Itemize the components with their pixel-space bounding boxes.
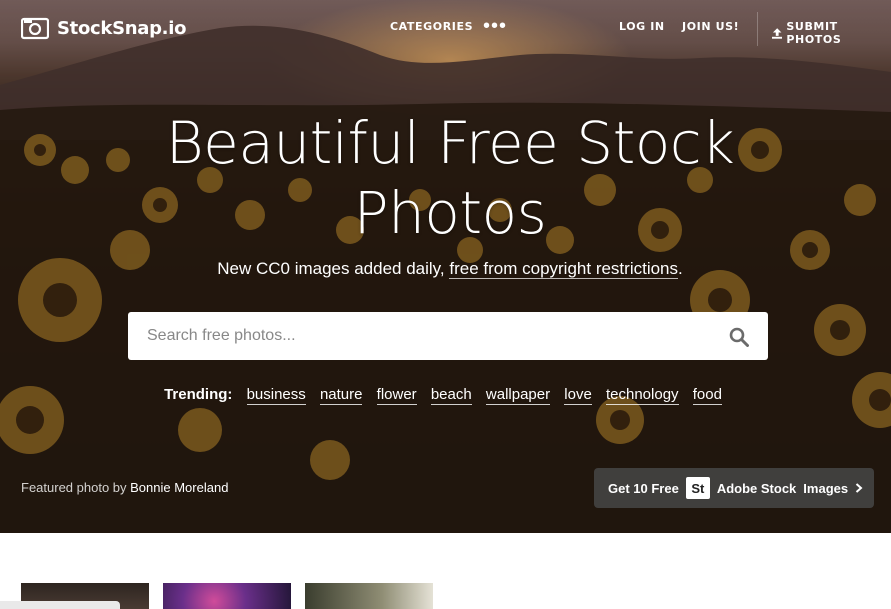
trending-label: Trending: xyxy=(164,386,233,403)
trending-tag[interactable]: wallpaper xyxy=(485,386,551,405)
adobe-cta-suffix: Images xyxy=(803,480,849,496)
hero-subtitle-text: New CC0 images added daily, xyxy=(217,259,450,278)
brand-name: StockSnap.io xyxy=(57,17,187,39)
adobe-cta-brand: Adobe Stock xyxy=(716,480,797,496)
nav-divider xyxy=(757,12,758,46)
search-input[interactable] xyxy=(128,312,707,360)
chevron-right-icon xyxy=(855,483,863,493)
featured-photo-credit: Featured photo by Bonnie Moreland xyxy=(21,480,228,495)
photo-thumbnail[interactable] xyxy=(305,583,433,609)
trending-tag[interactable]: love xyxy=(564,386,592,405)
hero-subtitle-suffix: . xyxy=(678,259,683,278)
hero-title: Beautiful Free Stock Photos xyxy=(165,109,735,247)
trending-tag[interactable]: flower xyxy=(376,386,417,405)
trending-tag[interactable]: technology xyxy=(605,386,679,405)
trending-tag[interactable]: food xyxy=(692,386,722,405)
search-icon[interactable] xyxy=(729,327,749,347)
copyright-link[interactable]: free from copyright restrictions xyxy=(449,259,679,279)
more-menu-button[interactable]: ••• xyxy=(483,15,507,38)
trending-tag[interactable]: nature xyxy=(319,386,363,405)
upload-icon xyxy=(772,27,783,39)
adobe-stock-button[interactable]: Get 10 Free St Adobe Stock Images xyxy=(594,468,874,508)
logo[interactable]: StockSnap.io xyxy=(21,16,186,40)
submit-photos-label: SUBMIT PHOTOS xyxy=(786,20,842,46)
credit-prefix: Featured photo by xyxy=(21,480,131,495)
search-box xyxy=(128,312,768,360)
credit-author-link[interactable]: Bonnie Moreland xyxy=(130,480,228,495)
browser-status-bar xyxy=(0,601,120,609)
trending-bar: Trending: business nature flower beach w… xyxy=(0,386,891,405)
trending-tag[interactable]: beach xyxy=(430,386,472,405)
hero-subtitle: New CC0 images added daily, free from co… xyxy=(120,259,780,279)
nav-categories[interactable]: CATEGORIES xyxy=(390,20,473,33)
hero-banner: StockSnap.io CATEGORIES ••• LOG IN JOIN … xyxy=(0,0,891,533)
trending-tag[interactable]: business xyxy=(246,386,306,405)
camera-icon xyxy=(21,17,49,40)
nav-login[interactable]: LOG IN xyxy=(619,20,665,33)
adobe-stock-logo: St xyxy=(685,477,710,499)
nav-join[interactable]: JOIN US! xyxy=(682,20,739,33)
submit-photos-button[interactable]: SUBMIT PHOTOS xyxy=(772,20,891,46)
photo-thumbnail[interactable] xyxy=(163,583,291,609)
adobe-cta-prefix: Get 10 Free xyxy=(608,480,679,496)
